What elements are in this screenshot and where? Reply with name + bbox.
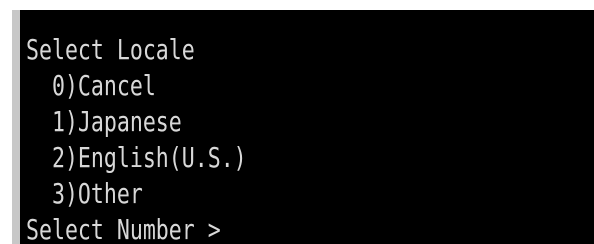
- console-output[interactable]: Select Locale 0)Cancel 1)Japanese 2)Engl…: [20, 10, 594, 244]
- window-frame-edge: [12, 10, 20, 244]
- number-prompt[interactable]: Select Number >: [26, 212, 247, 244]
- console-window: Select Locale 0)Cancel 1)Japanese 2)Engl…: [0, 0, 594, 244]
- option-other: 3)Other: [26, 177, 143, 210]
- option-cancel: 0)Cancel: [26, 69, 156, 102]
- option-english-us: 2)English(U.S.): [26, 141, 247, 174]
- console-lines: Select Locale 0)Cancel 1)Japanese 2)Engl…: [26, 32, 313, 244]
- locale-heading: Select Locale: [26, 33, 195, 66]
- option-japanese: 1)Japanese: [26, 105, 182, 138]
